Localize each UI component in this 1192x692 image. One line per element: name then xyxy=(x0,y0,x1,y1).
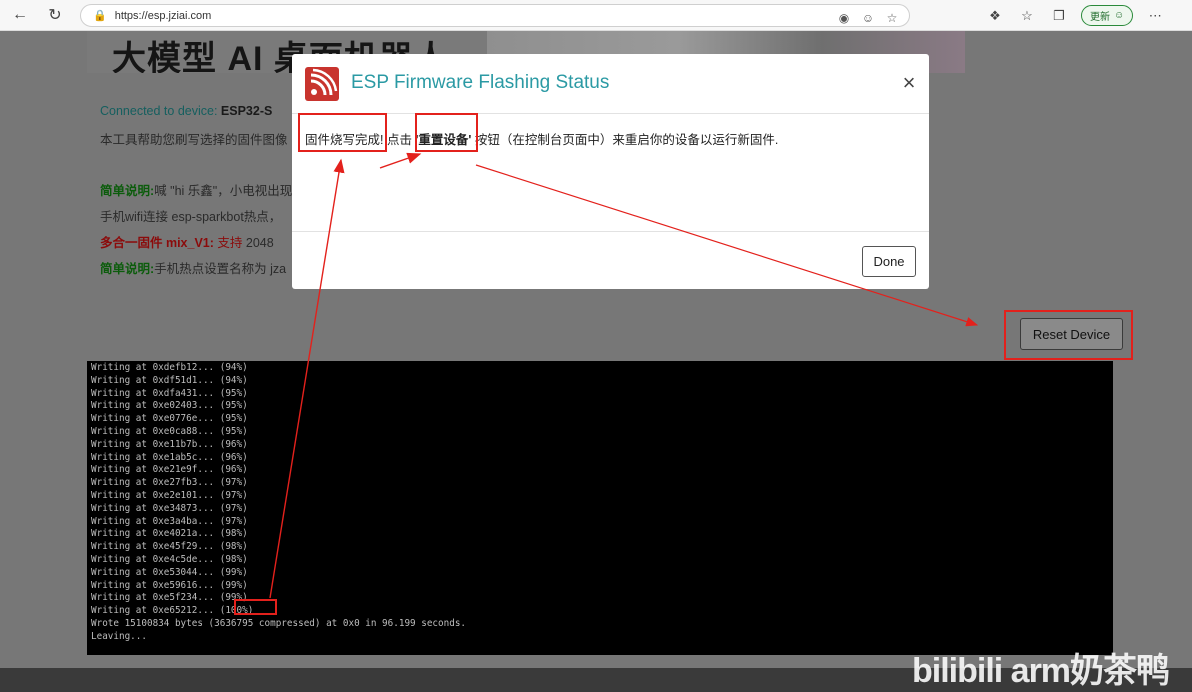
terminal-line: Writing at 0xe3a4ba... (97%) xyxy=(91,515,248,527)
terminal-line: Writing at 0xe21e9f... (96%) xyxy=(91,464,248,476)
terminal-line: Writing at 0xe2e101... (97%) xyxy=(91,489,248,501)
note2-label: 简单说明: xyxy=(100,262,155,276)
favorite-star-icon[interactable]: ☆ xyxy=(883,9,901,27)
terminal-line: Writing at 0xe4c5de... (98%) xyxy=(91,553,248,565)
edge-icon[interactable]: ◉ xyxy=(835,9,853,27)
close-icon[interactable]: × xyxy=(898,72,920,94)
more-menu-icon[interactable]: ⋯ xyxy=(1145,6,1165,26)
note2: 简单说明:手机热点设置名称为 jza xyxy=(100,258,286,277)
emoji-icon[interactable]: ☺ xyxy=(859,9,877,27)
back-icon[interactable]: ← xyxy=(5,0,35,30)
intro-text: 本工具帮助您刷写选择的固件图像 xyxy=(100,133,288,147)
reset-device-button[interactable]: Reset Device xyxy=(1020,318,1123,350)
dialog-header: ESP Firmware Flashing Status × xyxy=(292,54,929,114)
url-text: https://esp.jziai.com xyxy=(114,9,212,22)
terminal-line: Writing at 0xe11b7b... (96%) xyxy=(91,438,248,450)
profile-icon: ☺ xyxy=(1114,10,1125,21)
terminal-line: Writing at 0xe27fb3... (97%) xyxy=(91,477,248,489)
mix-support: 支持 xyxy=(217,236,243,250)
terminal-line: Writing at 0xe0776e... (95%) xyxy=(91,413,248,425)
browser-toolbar: ← ↻ 🔒 https://esp.jziai.com ◉ ☺ ☆ ❖ ☆ ❐ … xyxy=(0,0,1192,31)
mix-label: 多合一固件 mix_V1: xyxy=(100,236,214,250)
extensions-icon[interactable]: ❖ xyxy=(985,6,1005,26)
update-label: 更新 xyxy=(1090,12,1110,23)
mix-text: 2048 xyxy=(242,236,274,250)
dialog-title: ESP Firmware Flashing Status xyxy=(351,72,610,93)
reload-icon[interactable]: ↻ xyxy=(40,0,70,30)
update-button[interactable]: 更新 ☺ xyxy=(1081,5,1134,26)
terminal-line: Writing at 0xe34873... (97%) xyxy=(91,502,248,514)
favorites-icon[interactable]: ☆ xyxy=(1017,6,1037,26)
note1-line2: 手机wifi连接 esp-sparkbot热点， xyxy=(100,210,282,224)
progress-highlight-box xyxy=(234,599,277,615)
note1: 简单说明:喊 "hi 乐鑫"，小电视出现 xyxy=(100,180,292,199)
terminal-line: Writing at 0xe53044... (99%) xyxy=(91,566,248,578)
terminal-line: Writing at 0xe1ab5c... (96%) xyxy=(91,451,248,463)
lock-icon: 🔒 xyxy=(93,10,107,22)
terminal-line: Writing at 0xe45f29... (98%) xyxy=(91,541,248,553)
terminal-line: Leaving... xyxy=(91,630,147,642)
terminal-line: Writing at 0xe59616... (99%) xyxy=(91,579,248,591)
note1-text: 喊 "hi 乐鑫"，小电视出现 xyxy=(154,184,293,198)
msg-click: 点击 xyxy=(383,133,416,147)
note2-text: 手机热点设置名称为 jza xyxy=(154,262,287,276)
terminal-line: Writing at 0xe4021a... (98%) xyxy=(91,528,248,540)
reset-highlight-box: Reset Device xyxy=(1004,310,1133,360)
done-button[interactable]: Done xyxy=(862,246,916,277)
terminal-line: Writing at 0xdfa431... (95%) xyxy=(91,387,248,399)
terminal-line: Writing at 0xe02403... (95%) xyxy=(91,400,248,412)
espressif-logo-icon xyxy=(305,67,339,101)
terminal-line: Wrote 15100834 bytes (3636795 compressed… xyxy=(91,617,467,629)
mix-firmware: 多合一固件 mix_V1: 支持 2048 xyxy=(100,232,274,251)
complete-highlight-box xyxy=(298,113,387,152)
msg-instruction: 按钮（在控制台页面中）来重启你的设备以运行新固件. xyxy=(471,133,779,147)
terminal-line: Writing at 0xe0ca88... (95%) xyxy=(91,425,248,437)
connected-device: ESP32-S xyxy=(220,104,273,118)
flashing-status-dialog: ESP Firmware Flashing Status × 固件烧写完成! 点… xyxy=(292,54,929,289)
terminal-line: Writing at 0xdefb12... (94%) xyxy=(91,362,248,373)
connected-status: Connected to device: ESP32-S xyxy=(100,104,272,118)
reset-keyword-highlight-box xyxy=(415,113,478,152)
dialog-body: 固件烧写完成! 点击 '重置设备' 按钮（在控制台页面中）来重启你的设备以运行新… xyxy=(292,115,929,232)
collections-icon[interactable]: ❐ xyxy=(1049,6,1069,26)
terminal-line: Writing at 0xdf51d1... (94%) xyxy=(91,374,248,386)
address-bar[interactable]: 🔒 https://esp.jziai.com ◉ ☺ ☆ xyxy=(80,4,910,27)
connected-label: Connected to device: xyxy=(100,104,221,118)
note1-label: 简单说明: xyxy=(100,184,155,198)
